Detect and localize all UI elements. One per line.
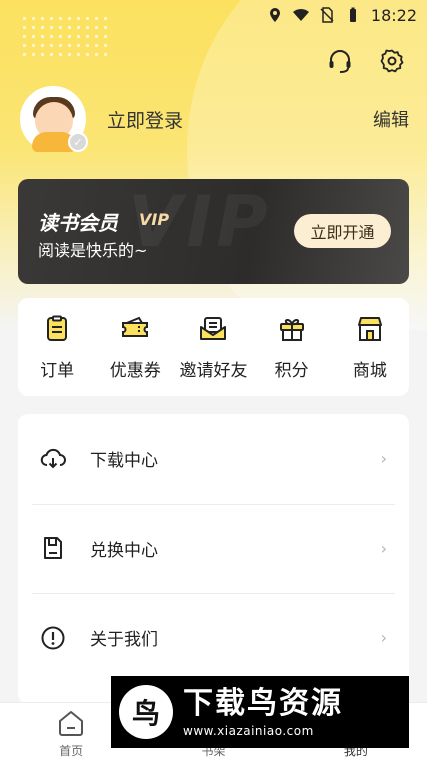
invite-icon bbox=[200, 317, 227, 340]
order-icon bbox=[47, 315, 68, 341]
profile-row: ✓ 立即登录 编辑 bbox=[20, 86, 409, 152]
bird-logo-icon: 鸟 bbox=[119, 685, 173, 739]
exchange-icon bbox=[44, 537, 62, 560]
shortcut-label: 订单 bbox=[40, 361, 75, 381]
menu-label: 兑换中心 bbox=[90, 540, 158, 561]
ad-text: 下载鸟资源 www.xiazainiao.com bbox=[183, 686, 343, 738]
avatar[interactable]: ✓ bbox=[20, 86, 88, 152]
shortcut-invite[interactable]: 邀请好友 bbox=[174, 314, 252, 381]
chevron-right-icon: › bbox=[380, 628, 387, 648]
chevron-right-icon: › bbox=[380, 449, 387, 469]
shortcut-label: 优惠券 bbox=[109, 361, 161, 381]
header-actions bbox=[327, 48, 405, 74]
vip-subtitle: 阅读是快乐的~ bbox=[38, 241, 148, 260]
shop-icon bbox=[357, 317, 382, 341]
shortcut-coupon[interactable]: 优惠券 bbox=[96, 314, 174, 381]
home-icon bbox=[59, 711, 84, 736]
menu-item-about-us[interactable]: 关于我们 › bbox=[18, 593, 409, 683]
shortcut-shop[interactable]: 商城 bbox=[331, 314, 409, 381]
shortcut-grid: 订单 优惠券 邀请好友 积分 商城 bbox=[18, 298, 409, 396]
status-bar: 18:22 bbox=[0, 0, 427, 30]
shortcut-label: 商城 bbox=[352, 361, 387, 381]
menu-list: 下载中心 › 兑换中心 › 关于我们 › bbox=[18, 414, 409, 704]
location-icon bbox=[269, 8, 280, 22]
shortcut-order[interactable]: 订单 bbox=[18, 314, 96, 381]
login-link[interactable]: 立即登录 bbox=[107, 106, 183, 133]
menu-label: 下载中心 bbox=[90, 451, 158, 472]
menu-label: 关于我们 bbox=[90, 630, 158, 651]
menu-item-exchange-center[interactable]: 兑换中心 › bbox=[18, 503, 409, 594]
coupon-icon bbox=[122, 316, 149, 337]
shortcut-label: 邀请好友 bbox=[179, 361, 248, 381]
info-icon bbox=[41, 626, 65, 650]
ad-title: 下载鸟资源 bbox=[183, 686, 343, 721]
ad-url: www.xiazainiao.com bbox=[183, 724, 314, 738]
watermark-ad-banner: 鸟 下载鸟资源 www.xiazainiao.com bbox=[111, 676, 409, 748]
vip-badge: VIP bbox=[139, 210, 170, 229]
headset-icon[interactable] bbox=[327, 48, 353, 74]
vip-title: 读书会员 bbox=[38, 211, 118, 235]
tab-label: 首页 bbox=[59, 744, 84, 758]
wifi-icon bbox=[292, 8, 309, 21]
menu-item-download-center[interactable]: 下载中心 › bbox=[18, 414, 409, 504]
settings-icon[interactable] bbox=[379, 48, 405, 74]
vip-activate-button[interactable]: 立即开通 bbox=[294, 214, 391, 248]
chevron-right-icon: › bbox=[380, 538, 387, 558]
verified-check-icon: ✓ bbox=[68, 132, 88, 152]
battery-icon bbox=[349, 7, 356, 22]
shortcut-label: 积分 bbox=[274, 361, 309, 381]
vip-card[interactable]: VIP 读书会员 VIP 阅读是快乐的~ 立即开通 bbox=[18, 179, 409, 284]
no-sim-icon bbox=[320, 7, 334, 23]
shortcut-points[interactable]: 积分 bbox=[253, 314, 331, 381]
gift-icon bbox=[279, 318, 304, 341]
edit-link[interactable]: 编辑 bbox=[373, 106, 409, 132]
status-time: 18:22 bbox=[370, 5, 417, 25]
cloud-download-icon bbox=[40, 448, 66, 469]
